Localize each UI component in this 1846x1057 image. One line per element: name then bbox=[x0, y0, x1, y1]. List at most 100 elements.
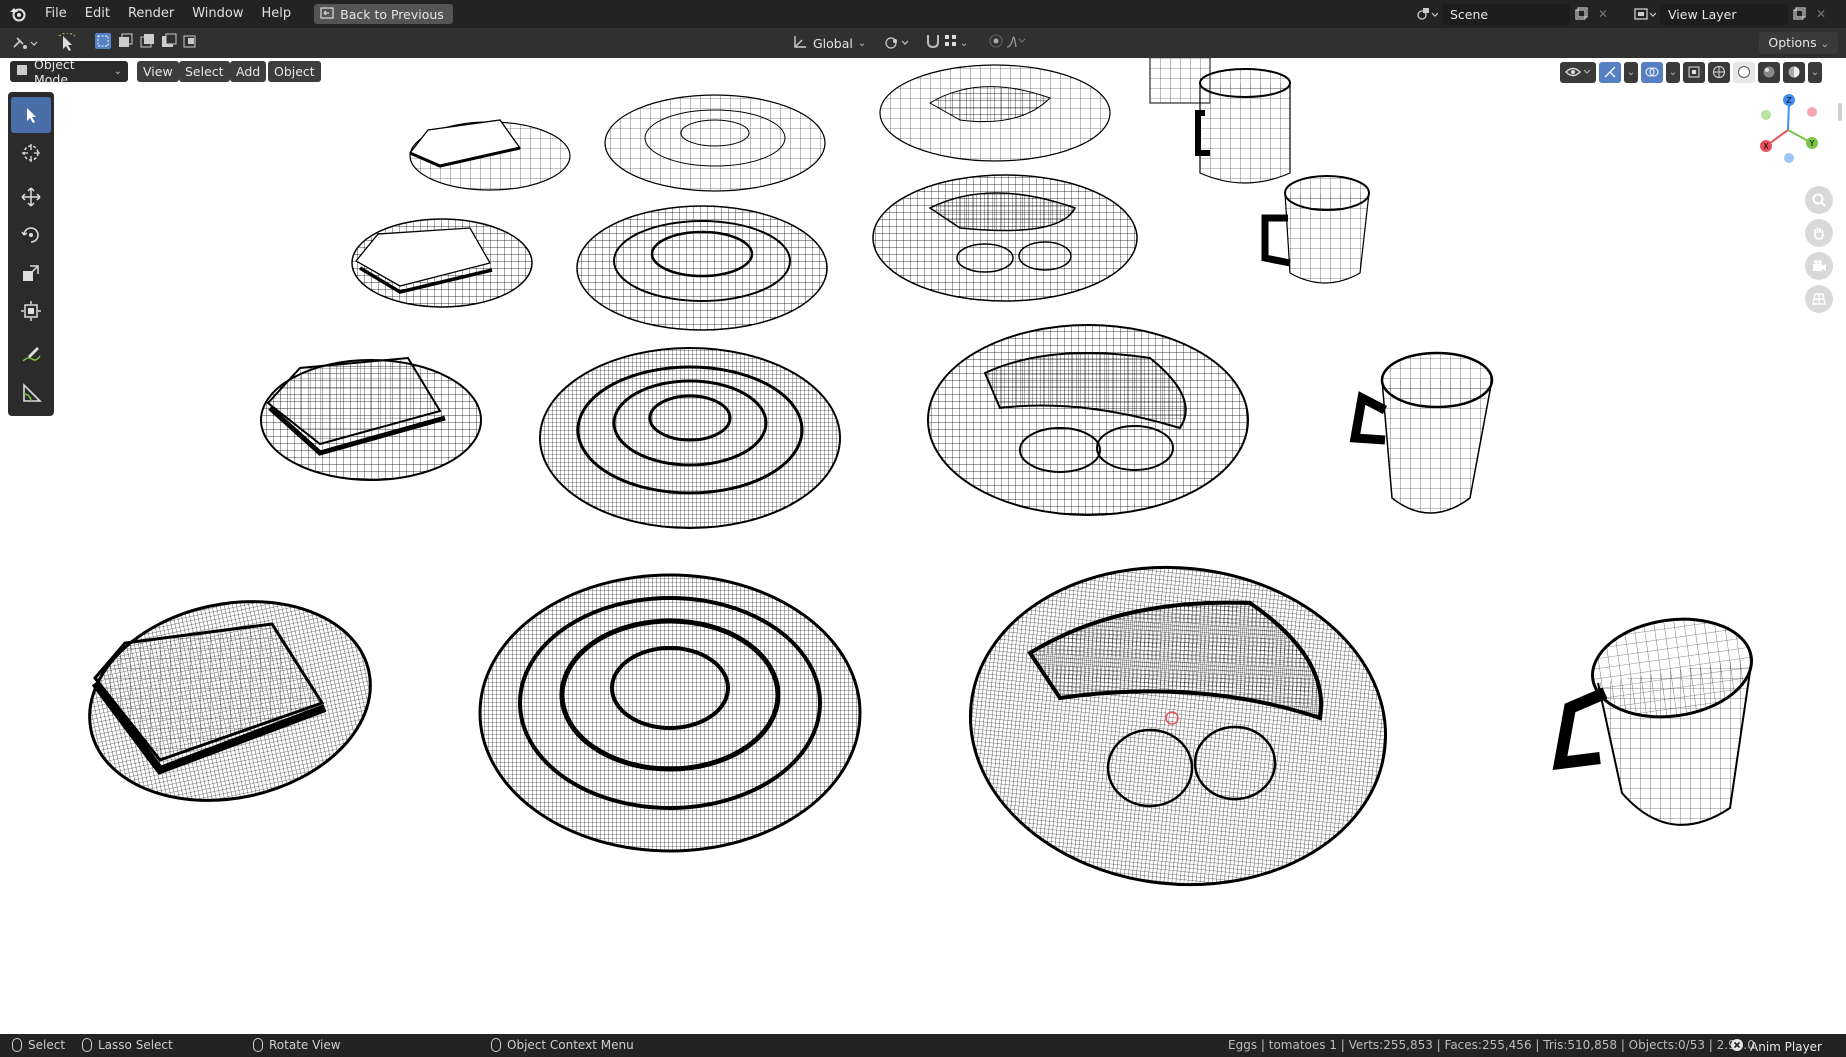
bowl-plate-3 bbox=[539, 347, 841, 529]
gizmo-x-label: X bbox=[1763, 142, 1769, 151]
viewport-menu-object[interactable]: Object bbox=[268, 61, 321, 82]
shading-chevron-icon[interactable]: ⌄ bbox=[1808, 61, 1822, 83]
new-scene-icon[interactable] bbox=[1570, 4, 1592, 25]
scene-browse-icon[interactable] bbox=[1412, 4, 1442, 25]
editor-type-icon[interactable] bbox=[10, 32, 42, 54]
viewport-menu-view[interactable]: View bbox=[137, 61, 179, 82]
viewport-menu-add[interactable]: Add bbox=[230, 61, 267, 82]
view-layer-browse-icon[interactable] bbox=[1630, 4, 1660, 25]
xray-toggle-icon[interactable] bbox=[1683, 61, 1705, 83]
select-invert-icon[interactable] bbox=[160, 32, 178, 54]
mug-far bbox=[1149, 58, 1291, 184]
menu-render[interactable]: Render bbox=[119, 0, 183, 28]
cursor-tool-icon[interactable] bbox=[11, 135, 51, 171]
gizmo-chevron-icon[interactable]: ⌄ bbox=[1624, 61, 1638, 83]
snapping-group: ⌄ bbox=[918, 32, 974, 54]
back-to-previous-button[interactable]: Back to Previous bbox=[314, 4, 453, 24]
pivot-point-icon[interactable] bbox=[880, 32, 914, 54]
interaction-mode-dropdown[interactable]: Object Mode ⌄ bbox=[10, 58, 128, 87]
proportional-editing-icon[interactable] bbox=[987, 32, 1005, 54]
viewport-menu-select[interactable]: Select bbox=[179, 61, 230, 82]
zoom-icon[interactable] bbox=[1805, 186, 1833, 214]
breakfast-plate-near bbox=[968, 565, 1388, 887]
menu-file[interactable]: File bbox=[36, 0, 76, 28]
viewport-shading-controls: ⌄ ⌄ ⌄ bbox=[1560, 61, 1822, 83]
select-intersect-icon[interactable] bbox=[182, 32, 200, 54]
tool-header: Global ⌄ ⌄ Options ⌄ bbox=[0, 28, 1846, 58]
proportional-editing-group bbox=[982, 32, 1032, 54]
orientation-axes-icon bbox=[792, 34, 808, 53]
menu-window[interactable]: Window bbox=[183, 0, 252, 28]
options-dropdown[interactable]: Options ⌄ bbox=[1759, 32, 1838, 54]
breakfast-plate-3 bbox=[927, 324, 1249, 516]
options-label: Options bbox=[1768, 35, 1817, 50]
delete-scene-icon[interactable]: ✕ bbox=[1592, 4, 1614, 25]
bowl-plate-near bbox=[478, 573, 862, 853]
new-view-layer-icon[interactable] bbox=[1788, 4, 1810, 25]
snap-toggle-icon[interactable] bbox=[924, 32, 942, 54]
camera-view-icon[interactable] bbox=[1805, 252, 1833, 280]
status-select-hint: Select bbox=[12, 1038, 65, 1052]
toast-plate-near bbox=[88, 600, 372, 802]
status-context-hint: Object Context Menu bbox=[491, 1038, 634, 1052]
snap-increment-icon[interactable] bbox=[942, 32, 960, 54]
perspective-grid-icon[interactable] bbox=[1805, 285, 1833, 313]
wireframe-shading-icon[interactable] bbox=[1708, 61, 1730, 83]
move-tool-icon[interactable] bbox=[11, 179, 51, 215]
scale-tool-icon[interactable] bbox=[11, 255, 51, 291]
falloff-curve-icon[interactable] bbox=[1005, 32, 1027, 54]
select-box-tool-icon[interactable] bbox=[11, 97, 51, 133]
select-tool-header-icon[interactable] bbox=[52, 32, 82, 54]
select-new-icon[interactable] bbox=[94, 32, 112, 54]
pan-hand-icon[interactable] bbox=[1805, 219, 1833, 247]
top-menu-bar: File Edit Render Window Help Back to Pre… bbox=[0, 0, 1846, 28]
viewport-scrollbar[interactable] bbox=[1838, 103, 1842, 121]
scene-name-field[interactable]: Scene bbox=[1442, 3, 1570, 25]
solid-shading-icon[interactable] bbox=[1733, 61, 1755, 83]
material-shading-icon[interactable] bbox=[1758, 61, 1780, 83]
chevron-down-icon: ⌄ bbox=[857, 37, 867, 49]
view-layer-selector: View Layer ✕ bbox=[1630, 3, 1832, 25]
chevron-down-icon: ⌄ bbox=[1820, 39, 1829, 50]
measure-tool-icon[interactable] bbox=[11, 375, 51, 411]
3d-viewport[interactable]: Object Mode ⌄ View Select Add Object ⌄ ⌄… bbox=[0, 58, 1846, 1034]
status-context-label: Object Context Menu bbox=[507, 1038, 634, 1052]
status-select-label: Select bbox=[28, 1038, 66, 1052]
status-lasso-hint: Lasso Select bbox=[82, 1038, 173, 1052]
transform-orientation-label: Global bbox=[813, 35, 853, 51]
select-subtract-icon[interactable] bbox=[138, 32, 156, 54]
rendered-shading-icon[interactable] bbox=[1783, 61, 1805, 83]
transform-orientation-dropdown[interactable]: Global ⌄ bbox=[786, 32, 872, 54]
navigation-gizmo[interactable]: Z X Y bbox=[1750, 88, 1830, 168]
view-layer-name-field[interactable]: View Layer bbox=[1660, 3, 1788, 25]
menu-edit[interactable]: Edit bbox=[76, 0, 119, 28]
blender-logo-icon[interactable] bbox=[0, 0, 36, 28]
mouse-middle-icon bbox=[253, 1038, 263, 1052]
gizmo-y-label: Y bbox=[1809, 139, 1815, 148]
breakfast-plate-far bbox=[879, 64, 1111, 162]
transform-tool-icon[interactable] bbox=[11, 293, 51, 329]
scene-statistics: Eggs | tomatoes 1 | Verts:255,853 | Face… bbox=[1228, 1038, 1755, 1052]
wireframe-scene bbox=[88, 58, 1754, 887]
mug-near bbox=[1552, 617, 1754, 826]
menu-help[interactable]: Help bbox=[253, 0, 301, 28]
visibility-icon[interactable] bbox=[1560, 61, 1596, 83]
overlays-toggle-icon[interactable] bbox=[1641, 61, 1663, 83]
annotate-tool-icon[interactable] bbox=[11, 337, 51, 373]
select-extend-icon[interactable] bbox=[116, 32, 134, 54]
anim-player-button[interactable]: Anim Player bbox=[1730, 1038, 1822, 1055]
scene-selector: Scene ✕ bbox=[1412, 3, 1614, 25]
interaction-mode-label: Object Mode bbox=[34, 58, 75, 87]
rotate-tool-icon[interactable] bbox=[11, 217, 51, 253]
bowl-plate-far bbox=[604, 94, 826, 192]
overlays-chevron-icon[interactable]: ⌄ bbox=[1666, 61, 1680, 83]
object-mode-icon bbox=[16, 64, 28, 79]
mouse-drag-icon bbox=[82, 1038, 92, 1052]
delete-view-layer-icon[interactable]: ✕ bbox=[1810, 4, 1832, 25]
tool-shelf bbox=[8, 92, 54, 416]
snap-chevron-icon[interactable]: ⌄ bbox=[960, 38, 968, 49]
status-bar: Select Lasso Select Rotate View Object C… bbox=[0, 1034, 1846, 1057]
back-icon bbox=[320, 6, 334, 22]
gizmo-toggle-icon[interactable] bbox=[1599, 61, 1621, 83]
toast-plate-3 bbox=[260, 356, 482, 481]
